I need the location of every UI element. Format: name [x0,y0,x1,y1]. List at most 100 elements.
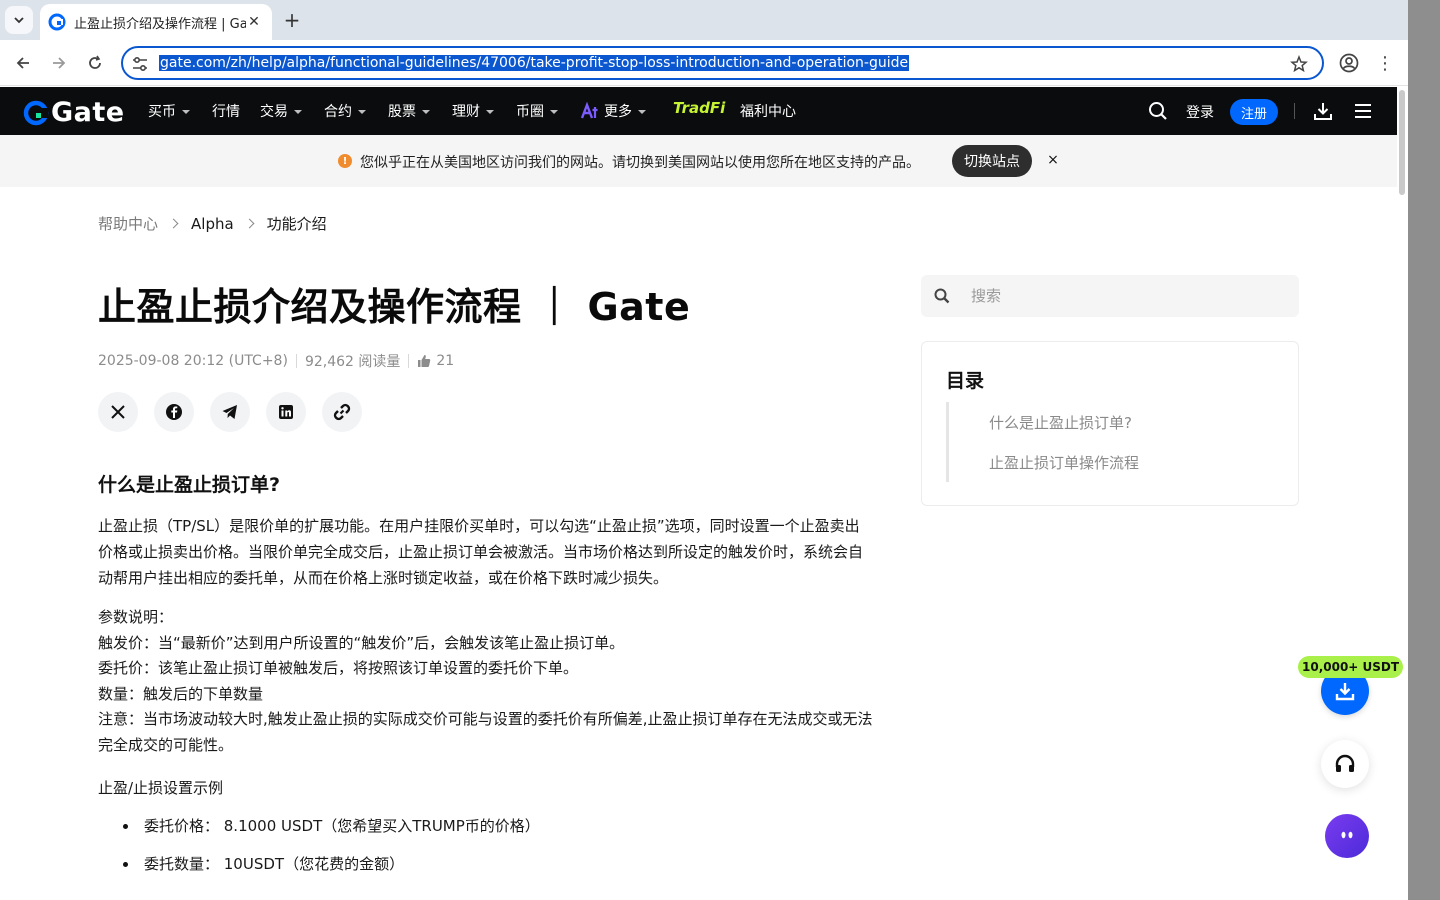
list-item: 委托数量： 10USDT（您花费的金额） [98,851,873,877]
page-scrollbar-track[interactable] [1397,87,1408,900]
share-facebook-button[interactable] [154,392,194,432]
nav-stocks[interactable]: 股票 [388,101,430,121]
share-telegram-button[interactable] [210,392,250,432]
nav-label: 交易 [260,104,288,120]
section-heading: 什么是止盈止损订单? [98,474,281,496]
copy-link-button[interactable] [322,392,362,432]
chevron-right-icon [244,218,255,229]
profile-icon[interactable] [1337,51,1361,75]
nav-tradfi[interactable]: TradFi [673,99,725,117]
nav-rewards-hub[interactable]: 福利中心 [740,101,796,121]
headset-icon [1335,754,1355,772]
search-input[interactable] [971,275,1281,317]
nav-label: 行情 [212,104,240,120]
warning-icon: ! [338,154,352,168]
close-icon[interactable]: × [1045,151,1061,169]
reload-icon[interactable] [83,51,107,75]
link-icon [333,403,351,421]
hamburger-menu-icon[interactable] [1353,100,1373,122]
close-tab-icon[interactable]: ✕ [244,12,264,32]
help-search-box [921,275,1299,317]
site-settings-icon[interactable] [131,55,149,73]
breadcrumb-features[interactable]: 功能介绍 [267,213,327,234]
nav-more[interactable]: 更多 [580,101,646,121]
nav-label: 更多 [604,104,632,120]
thumbs-up-icon[interactable] [417,354,431,368]
notice-text: 您似乎正在从美国地区访问我们的网站。请切换到美国网站以使用您所在地区支持的产品。 [360,155,920,171]
nav-earn[interactable]: 理财 [452,101,494,121]
gate-favicon-icon [48,13,66,31]
nav-label: 合约 [324,104,352,120]
breadcrumb-alpha[interactable]: Alpha [191,215,234,233]
region-notice-banner: ! 您似乎正在从美国地区访问我们的网站。请切换到美国网站以使用您所在地区支持的产… [0,135,1397,187]
register-button[interactable]: 注册 [1230,99,1278,125]
share-x-button[interactable] [98,392,138,432]
param-line: 委托价：该笔止盈止损订单被触发后，将按照该订单设置的委托价下单。 [98,659,579,678]
list-item: 委托价格： 8.1000 USDT（您希望买入TRUMP币的价格） [98,813,873,839]
customer-support-button[interactable] [1321,740,1369,788]
x-logo-icon [111,405,125,419]
toc-item-operation-flow[interactable]: 止盈止损订单操作流程 [989,452,1139,473]
tab-search-button[interactable] [5,6,33,34]
switch-site-button[interactable]: 切换站点 [952,145,1032,177]
chevron-right-icon [168,218,179,229]
download-icon [1335,683,1355,701]
nav-label: 买币 [148,104,176,120]
nav-trade[interactable]: 交易 [260,101,302,121]
facebook-icon [166,404,182,420]
forward-icon[interactable] [47,51,71,75]
page-scrollbar-thumb[interactable] [1399,90,1405,195]
table-of-contents: 目录 什么是止盈止损订单? 止盈止损订单操作流程 [921,341,1299,506]
chevron-down-icon [550,109,558,114]
ai-assistant-button[interactable] [1325,814,1369,858]
logo-text: Gate [51,97,125,128]
gate-logo[interactable]: Gate [23,97,125,128]
reward-badge: 10,000+ USDT [1298,656,1404,678]
search-icon [934,288,950,304]
toc-title: 目录 [946,370,985,392]
ai-sparkle-icon [580,102,598,119]
address-bar[interactable]: gate.com/zh/help/alpha/functional-guidel… [121,46,1324,80]
param-line: 触发价：当“最新价”达到用户所设置的“触发价”后，会触发该笔止盈止损订单。 [98,633,625,652]
toc-rail [946,402,949,482]
browser-tab-active[interactable]: 止盈止损介绍及操作流程 | Gate ✕ [40,4,272,40]
like-count: 21 [436,353,455,369]
share-linkedin-button[interactable] [266,392,306,432]
param-line: 数量：触发后的下单数量 [98,684,264,703]
toc-item-what-is-tpsl[interactable]: 什么是止盈止损订单? [989,412,1132,433]
url-text[interactable]: gate.com/zh/help/alpha/functional-guidel… [159,54,910,72]
nav-buy-crypto[interactable]: 买币 [148,101,190,121]
publish-date: 2025-09-08 20:12 (UTC+8) [98,353,288,369]
login-link[interactable]: 登录 [1186,102,1214,122]
nav-markets[interactable]: 行情 [212,101,240,121]
meta-divider [295,354,297,368]
bookmark-star-icon[interactable] [1290,55,1308,73]
param-line: 参数说明： [98,608,174,626]
window-edge [1408,0,1440,900]
example-list: 委托价格： 8.1000 USDT（您希望买入TRUMP币的价格） 委托数量： … [98,813,873,877]
breadcrumb-help-center[interactable]: 帮助中心 [98,213,158,234]
chevron-down-icon [486,109,494,114]
nav-label: 福利中心 [740,104,796,120]
tab-title: 止盈止损介绍及操作流程 | Gate [74,16,246,32]
nav-label: 币圈 [516,104,544,120]
browser-menu-icon[interactable]: ⋮ [1375,51,1395,75]
nav-futures[interactable]: 合约 [324,101,366,121]
back-icon[interactable] [11,51,35,75]
linkedin-icon [279,405,293,419]
chevron-down-icon [638,109,646,114]
article-body: 什么是止盈止损订单? 止盈止损（TP/SL）是限价单的扩展功能。在用户挂限价买单… [98,470,873,889]
intro-paragraph: 止盈止损（TP/SL）是限价单的扩展功能。在用户挂限价买单时，可以勾选“止盈止损… [98,517,864,587]
article-meta: 2025-09-08 20:12 (UTC+8) 92,462 阅读量 21 [98,351,454,371]
browser-toolbar: gate.com/zh/help/alpha/functional-guidel… [0,40,1408,86]
chevron-down-icon [14,17,24,24]
chevron-down-icon [422,109,430,114]
download-icon[interactable] [1312,100,1334,122]
chevron-down-icon [294,109,302,114]
chevron-down-icon [182,109,190,114]
nav-label: 股票 [388,104,416,120]
nav-square[interactable]: 币圈 [516,101,558,121]
page-title: 止盈止损介绍及操作流程 ｜ Gate [98,285,691,329]
search-icon[interactable] [1147,100,1169,122]
new-tab-button[interactable]: + [280,8,304,32]
